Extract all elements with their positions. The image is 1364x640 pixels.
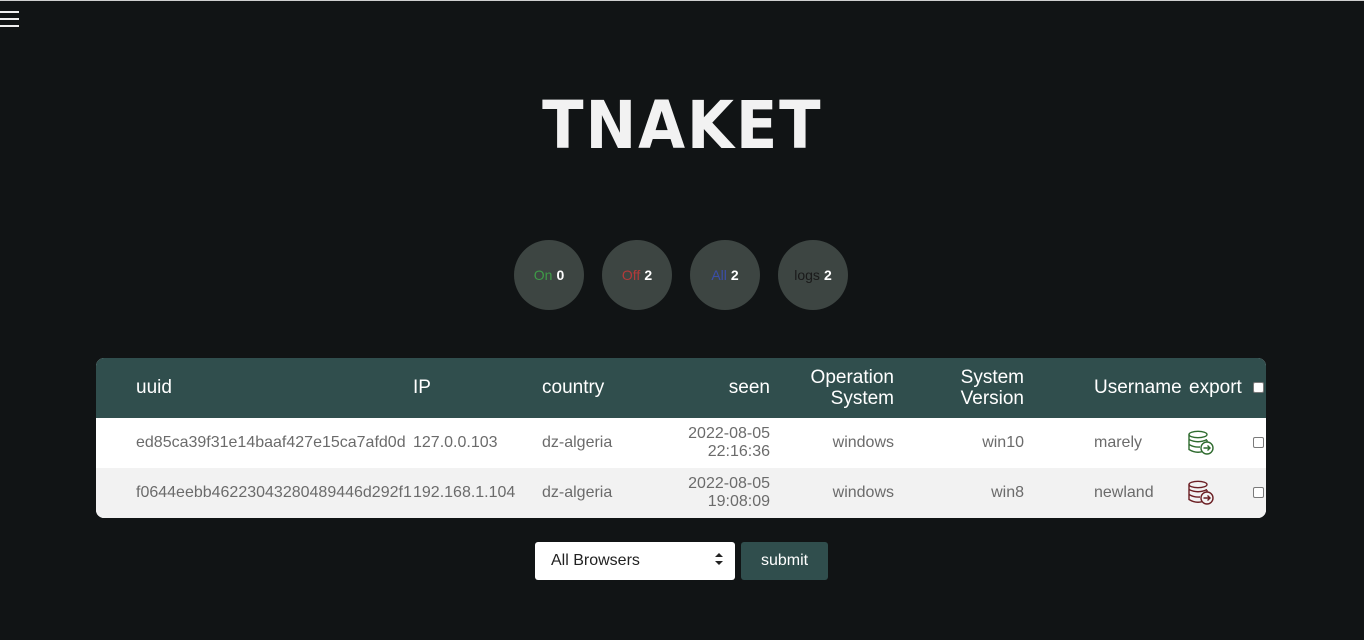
col-country-header: country: [542, 377, 605, 398]
victims-table: uuid IP country seen Operation System Sy…: [96, 358, 1266, 518]
stat-all-button[interactable]: All 2: [690, 240, 760, 310]
col-sysver-header: System Version: [924, 367, 1024, 409]
cell-seen: 2022-08-05 22:16:36: [670, 425, 770, 461]
stat-all-label: All: [711, 267, 727, 283]
table-row: ed85ca39f31e14baaf427e15ca7afd0d 127.0.0…: [96, 418, 1266, 468]
database-export-icon[interactable]: [1187, 430, 1215, 461]
stat-all-count: 2: [730, 267, 739, 283]
cell-username: marely: [1094, 434, 1143, 451]
col-os-header: Operation System: [794, 367, 894, 409]
cell-seen: 2022-08-05 19:08:09: [670, 475, 770, 511]
cell-seen-time: 22:16:36: [707, 443, 770, 460]
cell-uuid: f0644eebb46223043280489446d292f1: [136, 484, 412, 501]
col-sysver-header-line1: System: [960, 367, 1024, 388]
browser-select-value: All Browsers: [551, 552, 640, 569]
export-controls: All Browsers submit: [535, 542, 828, 580]
cell-os: windows: [832, 434, 894, 451]
submit-button[interactable]: submit: [741, 542, 828, 580]
select-arrows-icon: [715, 552, 723, 571]
row-select-checkbox[interactable]: [1253, 487, 1264, 498]
col-ip-header: IP: [413, 377, 431, 398]
stat-off-count: 2: [644, 267, 653, 283]
stat-logs-label: logs: [794, 267, 820, 283]
stat-on-button[interactable]: On 0: [514, 240, 584, 310]
col-os-header-line1: Operation: [810, 367, 894, 388]
stat-logs-count: 2: [823, 267, 832, 283]
stat-logs-button[interactable]: logs 2: [778, 240, 848, 310]
cell-seen-time: 19:08:09: [707, 493, 770, 510]
stat-off-label: Off: [621, 267, 641, 283]
cell-version: win8: [991, 484, 1024, 501]
cell-uuid: ed85ca39f31e14baaf427e15ca7afd0d: [136, 434, 406, 451]
table-header: uuid IP country seen Operation System Sy…: [96, 358, 1266, 418]
stat-on-label: On: [533, 267, 553, 283]
stat-off-button[interactable]: Off 2: [602, 240, 672, 310]
col-os-header-line2: System: [830, 388, 894, 409]
col-username-header: Username: [1094, 377, 1182, 398]
hamburger-menu-icon[interactable]: [0, 9, 19, 29]
cell-os: windows: [832, 484, 894, 501]
col-export-header: export: [1189, 377, 1242, 398]
cell-country: dz-algeria: [542, 434, 613, 451]
row-select-checkbox[interactable]: [1253, 437, 1264, 448]
table-row: f0644eebb46223043280489446d292f1 192.168…: [96, 468, 1266, 518]
cell-country: dz-algeria: [542, 484, 613, 501]
database-export-icon[interactable]: [1187, 480, 1215, 511]
stat-on-count: 0: [556, 267, 565, 283]
col-seen-header: seen: [728, 377, 770, 398]
select-all-checkbox[interactable]: [1253, 382, 1264, 393]
cell-seen-date: 2022-08-05: [688, 475, 770, 492]
logo-text: TNAKET: [541, 87, 823, 164]
col-sysver-header-line2: Version: [960, 388, 1024, 409]
stats-bar: On 0 Off 2 All 2 logs 2: [514, 240, 848, 310]
cell-username: newland: [1094, 484, 1154, 501]
col-uuid-header: uuid: [136, 377, 172, 398]
cell-version: win10: [982, 434, 1024, 451]
cell-seen-date: 2022-08-05: [688, 425, 770, 442]
cell-ip: 192.168.1.104: [413, 484, 516, 501]
cell-ip: 127.0.0.103: [413, 434, 498, 451]
browser-select[interactable]: All Browsers: [535, 542, 735, 580]
logo: TNAKET: [0, 93, 1364, 159]
